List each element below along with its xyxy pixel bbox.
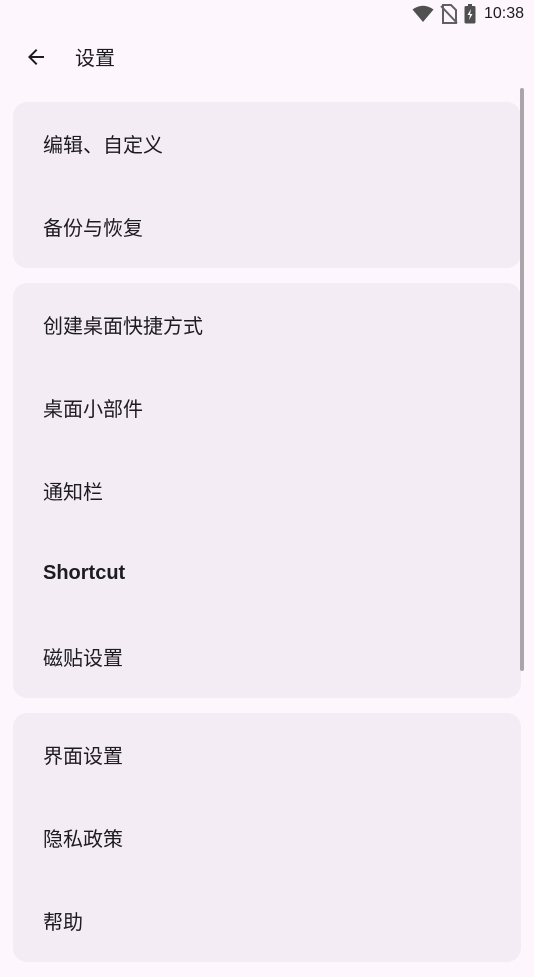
settings-item-privacy-policy[interactable]: 隐私政策 <box>13 796 521 879</box>
page-title: 设置 <box>75 46 115 70</box>
status-icons: 10:38 <box>412 4 524 24</box>
settings-item-desktop-shortcut[interactable]: 创建桌面快捷方式 <box>13 283 521 366</box>
settings-item-desktop-widget[interactable]: 桌面小部件 <box>13 366 521 449</box>
settings-item-help[interactable]: 帮助 <box>13 879 521 962</box>
settings-item-edit-customize[interactable]: 编辑、自定义 <box>13 102 521 185</box>
app-bar: 设置 <box>0 30 534 88</box>
battery-charging-icon <box>464 4 476 24</box>
settings-group-general: 编辑、自定义 备份与恢复 <box>13 102 521 268</box>
back-button[interactable] <box>12 35 60 83</box>
settings-list: 编辑、自定义 备份与恢复 创建桌面快捷方式 桌面小部件 通知栏 Shortcut… <box>13 102 521 977</box>
scrollbar[interactable] <box>520 88 524 671</box>
settings-group-shortcuts: 创建桌面快捷方式 桌面小部件 通知栏 Shortcut 磁贴设置 <box>13 283 521 698</box>
no-sim-icon <box>440 4 458 24</box>
settings-item-backup-restore[interactable]: 备份与恢复 <box>13 185 521 268</box>
settings-group-other: 界面设置 隐私政策 帮助 <box>13 713 521 962</box>
settings-item-notification-bar[interactable]: 通知栏 <box>13 449 521 532</box>
clock: 10:38 <box>483 5 524 22</box>
arrow-left-icon <box>24 45 48 73</box>
settings-item-interface[interactable]: 界面设置 <box>13 713 521 796</box>
status-bar: 10:38 <box>0 0 534 30</box>
settings-item-tile-settings[interactable]: 磁贴设置 <box>13 615 521 698</box>
wifi-icon <box>412 5 434 23</box>
settings-item-shortcut[interactable]: Shortcut <box>13 532 521 615</box>
